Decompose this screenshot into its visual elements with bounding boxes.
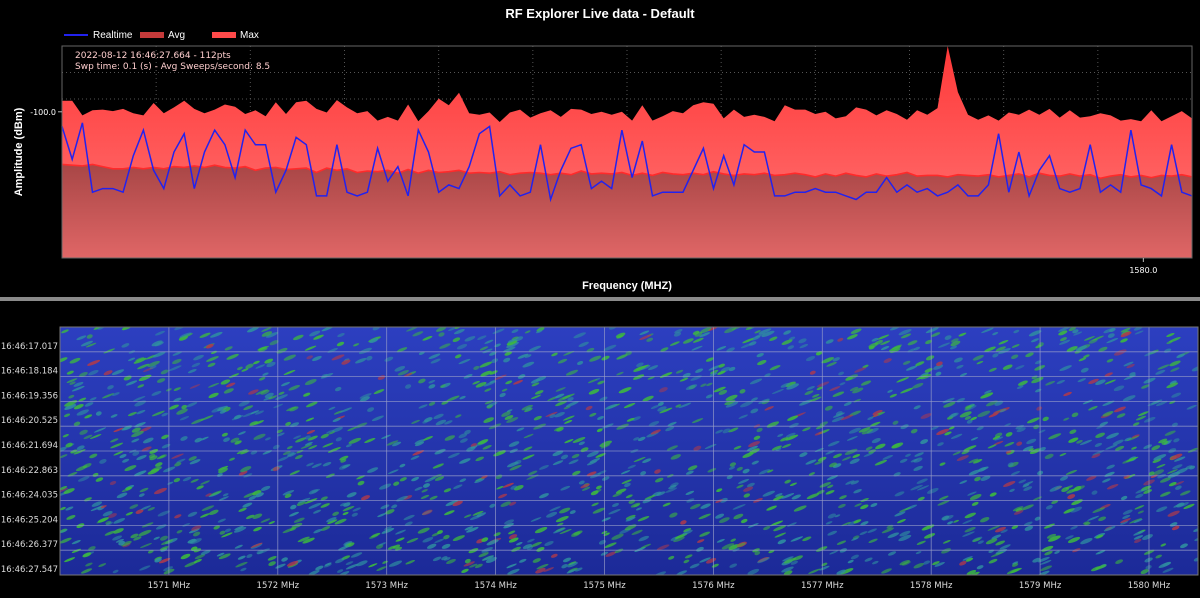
waterfall-freq-label: 1573 MHz xyxy=(365,581,408,591)
waterfall-time-label: 16:46:27.547 xyxy=(1,565,58,575)
chart-legend: Realtime Avg Max xyxy=(64,30,259,41)
waterfall-freq-label: 1574 MHz xyxy=(474,581,517,591)
legend-item-realtime[interactable]: Realtime xyxy=(64,30,133,41)
y-axis-title: Amplitude (dBm) xyxy=(13,107,25,196)
waterfall-time-label: 16:46:25.204 xyxy=(1,515,58,525)
info-line-sweep: Swp time: 0.1 (s) - Avg Sweeps/second: 8… xyxy=(75,62,270,72)
waterfall-time-label: 16:46:21.694 xyxy=(1,441,58,451)
waterfall-freq-label: 1580 MHz xyxy=(1128,581,1171,591)
waterfall-spectrogram: 16:46:17.017 16:46:18.184 16:46:19.356 16:4… xyxy=(1,326,1199,591)
waterfall-time-label: 16:46:18.184 xyxy=(1,367,58,377)
waterfall-freq-label: 1578 MHz xyxy=(910,581,953,591)
waterfall-frequency-axis: 1571 MHz 1572 MHz 1573 MHz 1574 MHz 1575 MHz… xyxy=(148,581,1171,591)
live-data-chart: RF Explorer Live data - Default Realtime… xyxy=(13,6,1193,292)
chart-title: RF Explorer Live data - Default xyxy=(505,6,695,21)
legend-swatch-avg xyxy=(140,32,164,38)
waterfall-freq-label: 1571 MHz xyxy=(148,581,191,591)
waterfall-freq-label: 1577 MHz xyxy=(801,581,844,591)
waterfall-time-label: 16:46:22.863 xyxy=(1,466,58,476)
waterfall-freq-label: 1579 MHz xyxy=(1019,581,1062,591)
info-line-timestamp: 2022-08-12 16:46:27.664 - 112pts xyxy=(75,51,231,61)
waterfall-freq-label: 1572 MHz xyxy=(257,581,300,591)
waterfall-time-label: 16:46:24.035 xyxy=(1,491,58,501)
waterfall-freq-label: 1575 MHz xyxy=(583,581,626,591)
legend-item-avg[interactable]: Avg xyxy=(140,30,185,41)
x-tick-label: 1580.0 xyxy=(1129,266,1157,275)
legend-label-realtime: Realtime xyxy=(93,30,133,41)
waterfall-time-label: 16:46:17.017 xyxy=(1,342,58,352)
waterfall-freq-label: 1576 MHz xyxy=(692,581,735,591)
waterfall-time-label: 16:46:20.525 xyxy=(1,416,58,426)
waterfall-time-label: 16:46:19.356 xyxy=(1,391,58,401)
legend-label-avg: Avg xyxy=(168,30,185,41)
y-tick-label: -100.0 xyxy=(30,108,56,117)
series-avg-area xyxy=(62,164,1192,258)
waterfall-time-label: 16:46:26.377 xyxy=(1,540,58,550)
legend-label-max: Max xyxy=(240,30,259,41)
waterfall-time-axis: 16:46:17.017 16:46:18.184 16:46:19.356 16:4… xyxy=(1,342,58,575)
x-axis-title: Frequency (MHZ) xyxy=(582,280,672,292)
legend-item-max[interactable]: Max xyxy=(212,30,259,41)
legend-swatch-max xyxy=(212,32,236,38)
